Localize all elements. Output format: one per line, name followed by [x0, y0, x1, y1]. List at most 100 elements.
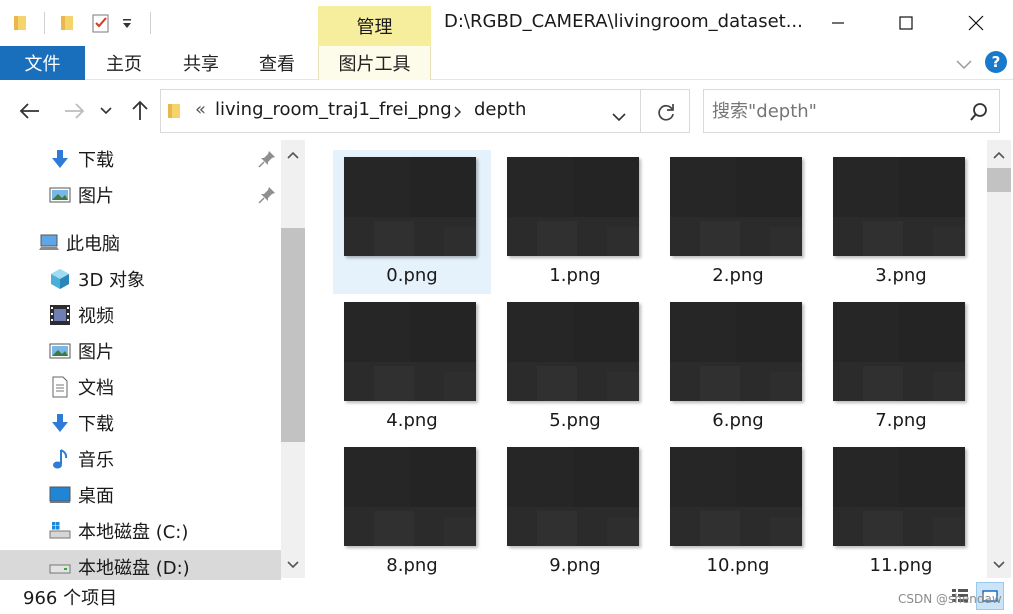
file-tile[interactable]: 11.png	[822, 440, 980, 578]
forward-button[interactable]	[60, 96, 88, 126]
documents-icon	[49, 376, 71, 398]
content-scrollbar-thumb[interactable]	[987, 168, 1011, 192]
file-list: 0.png 1.png 2.png 3.png 4.png 5.png 6.pn…	[310, 140, 985, 578]
file-tile[interactable]: 9.png	[496, 440, 654, 578]
file-tile[interactable]: 1.png	[496, 150, 654, 294]
file-tile[interactable]: 10.png	[659, 440, 817, 578]
file-tile[interactable]: 0.png	[333, 150, 491, 294]
file-name: 4.png	[386, 410, 438, 431]
properties-icon[interactable]	[90, 10, 112, 36]
nav-item-label: 桌面	[78, 486, 114, 507]
maximize-button[interactable]	[884, 6, 928, 40]
content-scrollbar[interactable]	[987, 140, 1011, 578]
folder-icon[interactable]	[12, 10, 34, 36]
file-thumbnail	[833, 302, 965, 401]
nav-item-desktop[interactable]: 桌面	[0, 478, 281, 512]
breadcrumb-overflow[interactable]: «	[195, 99, 206, 120]
pictures-icon	[49, 340, 71, 362]
file-thumbnail	[344, 157, 476, 256]
address-history-icon[interactable]	[611, 107, 627, 126]
nav-item-label: 下载	[78, 414, 114, 435]
toolbar-divider	[44, 12, 45, 34]
folder-icon	[167, 101, 185, 125]
nav-scrollbar-thumb[interactable]	[281, 228, 305, 442]
nav-item-label: 本地磁盘 (D:)	[78, 558, 190, 579]
file-name: 10.png	[706, 555, 770, 576]
tab-file[interactable]: 文件	[0, 46, 85, 80]
file-name: 1.png	[549, 265, 601, 286]
pin-icon[interactable]	[258, 186, 276, 204]
nav-item-pictures[interactable]: 图片	[0, 334, 281, 368]
address-bar[interactable]: « living_room_traj1_frei_png depth	[160, 89, 690, 133]
breadcrumb-separator-icon[interactable]	[453, 104, 463, 123]
file-name: 5.png	[549, 410, 601, 431]
nav-item-this-pc[interactable]: 此电脑	[0, 226, 281, 260]
file-name: 6.png	[712, 410, 764, 431]
navigation-pane: 下载 图片 此电脑 3D 对象 视频 图片 文档 下载 音乐 桌面 本地磁盘 (…	[0, 140, 305, 584]
pictures-icon	[49, 184, 71, 206]
help-icon[interactable]: ?	[985, 51, 1007, 73]
nav-item-videos[interactable]: 视频	[0, 298, 281, 332]
download-icon	[49, 412, 71, 434]
search-icon[interactable]	[969, 102, 989, 126]
file-tile[interactable]: 8.png	[333, 440, 491, 578]
scroll-down-icon[interactable]	[281, 554, 305, 576]
search-input[interactable]	[712, 98, 962, 124]
file-name: 3.png	[875, 265, 927, 286]
refresh-icon[interactable]	[655, 101, 677, 127]
nav-item-drive-c[interactable]: 本地磁盘 (C:)	[0, 514, 281, 548]
toolbar-divider	[150, 12, 151, 34]
status-bar: 966 个项目	[0, 580, 1013, 614]
title-bar: 管理 D:\RGBD_CAMERA\livingroom_dataset...	[0, 0, 1013, 46]
nav-item-music[interactable]: 音乐	[0, 442, 281, 476]
scroll-up-icon[interactable]	[281, 144, 305, 166]
nav-item-label: 图片	[78, 186, 114, 207]
recent-locations-icon[interactable]	[96, 96, 116, 126]
scroll-up-icon[interactable]	[987, 144, 1011, 166]
drive-c-icon	[49, 520, 71, 542]
ribbon-tabs: 文件 主页 共享 查看 图片工具	[0, 46, 1013, 80]
breadcrumb-current[interactable]: depth	[474, 99, 526, 120]
file-tile[interactable]: 3.png	[822, 150, 980, 294]
nav-item-pictures-quick[interactable]: 图片	[0, 178, 281, 212]
3d-objects-icon	[49, 268, 71, 290]
file-thumbnail	[344, 302, 476, 401]
file-tile[interactable]: 5.png	[496, 295, 654, 439]
customize-toolbar-icon[interactable]	[120, 10, 134, 36]
tab-manage[interactable]: 管理	[318, 6, 431, 46]
file-name: 0.png	[386, 265, 438, 286]
new-folder-icon[interactable]	[58, 10, 80, 36]
minimize-button[interactable]	[816, 6, 860, 40]
close-button[interactable]	[954, 6, 998, 40]
nav-item-drive-d[interactable]: 本地磁盘 (D:)	[0, 550, 281, 584]
expand-ribbon-icon[interactable]	[955, 56, 973, 70]
nav-item-documents[interactable]: 文档	[0, 370, 281, 404]
file-tile[interactable]: 6.png	[659, 295, 817, 439]
tab-view[interactable]: 查看	[246, 46, 308, 80]
file-tile[interactable]: 7.png	[822, 295, 980, 439]
drive-d-icon	[49, 556, 71, 578]
file-thumbnail	[344, 447, 476, 546]
back-button[interactable]	[16, 96, 44, 126]
tab-picture-tools[interactable]: 图片工具	[318, 46, 431, 80]
nav-item-downloads-quick[interactable]: 下载	[0, 142, 281, 176]
pin-icon[interactable]	[258, 150, 276, 168]
file-thumbnail	[507, 447, 639, 546]
tab-home[interactable]: 主页	[93, 46, 155, 80]
file-tile[interactable]: 4.png	[333, 295, 491, 439]
file-thumbnail	[833, 447, 965, 546]
nav-scrollbar[interactable]	[281, 140, 305, 578]
up-button[interactable]	[126, 96, 154, 126]
nav-item-3d-objects[interactable]: 3D 对象	[0, 262, 281, 296]
watermark: CSDN @shendaw	[898, 592, 1002, 606]
search-box[interactable]	[703, 89, 1000, 133]
scroll-down-icon[interactable]	[987, 554, 1011, 576]
breadcrumb-parent[interactable]: living_room_traj1_frei_png	[215, 99, 452, 120]
file-thumbnail	[507, 302, 639, 401]
tab-share[interactable]: 共享	[170, 46, 232, 80]
nav-item-label: 本地磁盘 (C:)	[78, 522, 189, 543]
item-count: 966 个项目	[23, 588, 118, 609]
nav-item-downloads[interactable]: 下载	[0, 406, 281, 440]
file-thumbnail	[833, 157, 965, 256]
file-tile[interactable]: 2.png	[659, 150, 817, 294]
